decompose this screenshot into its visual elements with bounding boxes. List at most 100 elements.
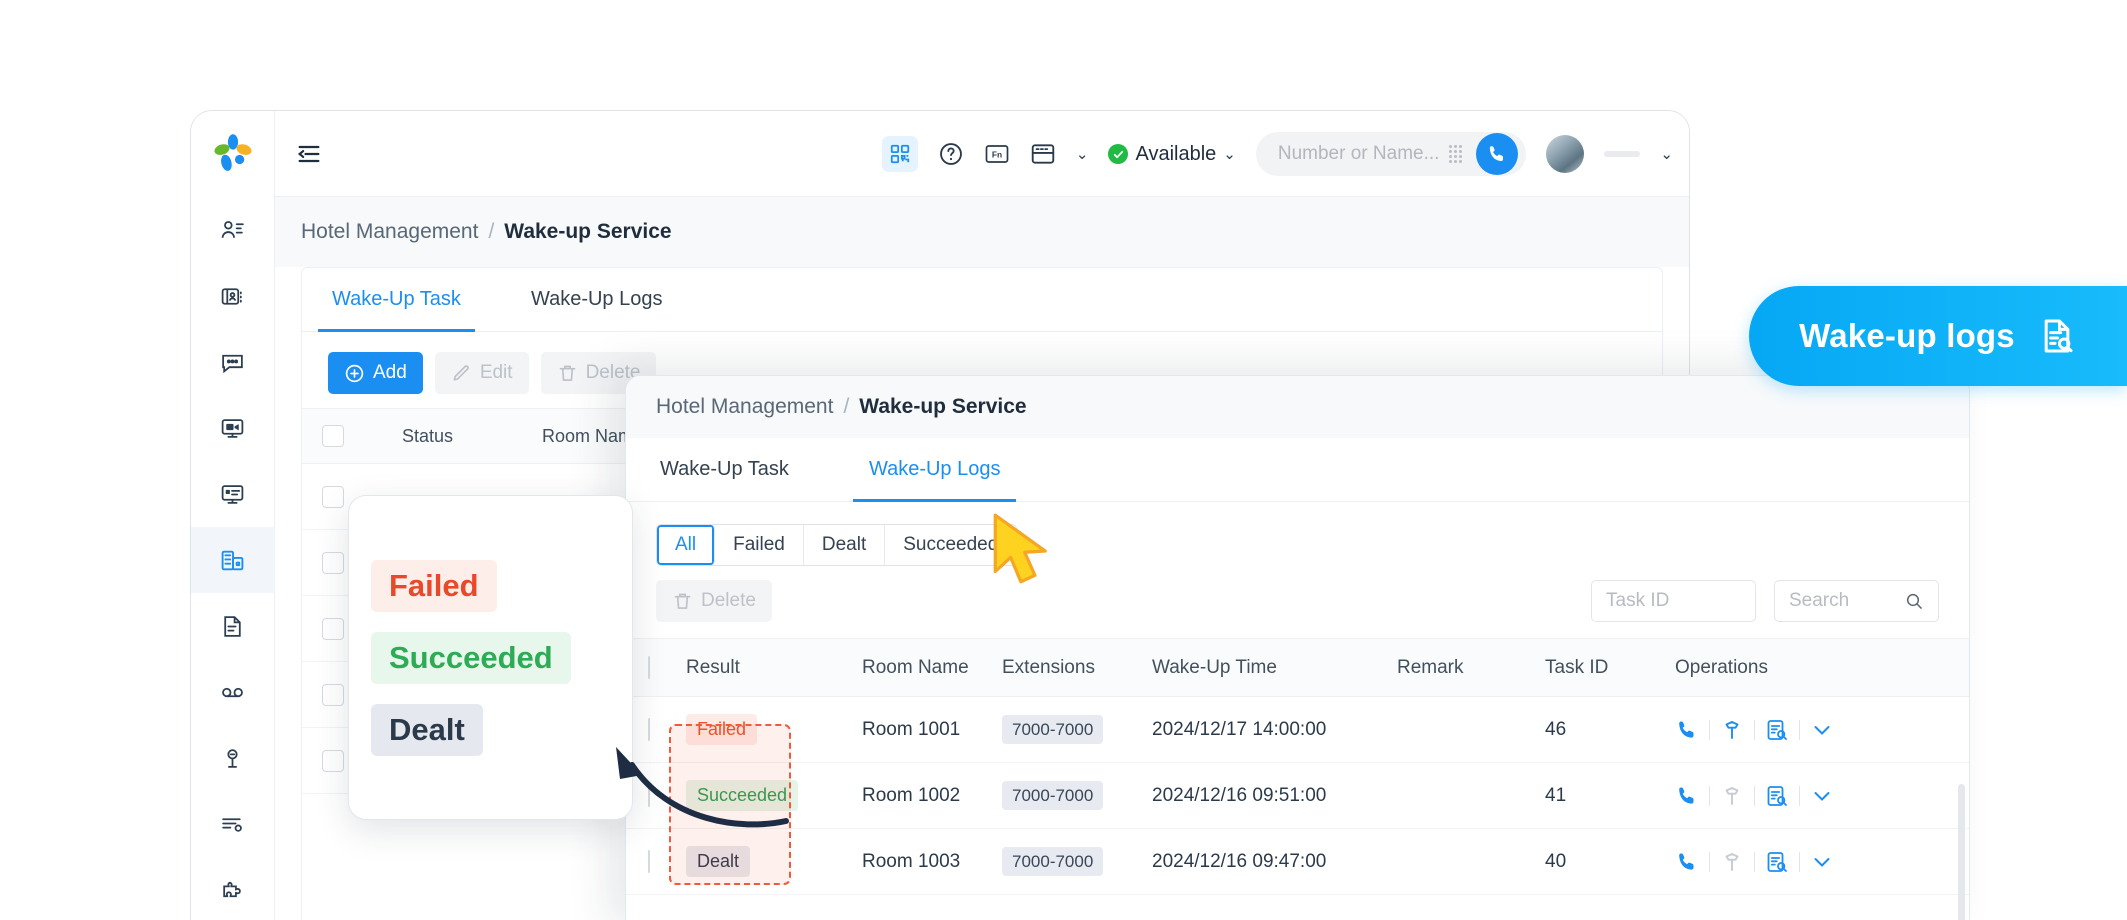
task-id-input[interactable]: Task ID: [1591, 580, 1756, 622]
status-selector[interactable]: Available ⌄: [1108, 142, 1236, 166]
divider: [1709, 851, 1710, 872]
search-input[interactable]: Search: [1774, 580, 1939, 622]
status-chevron-down-icon[interactable]: ⌄: [1223, 145, 1236, 163]
extension-badge: 7000-7000: [1002, 780, 1104, 810]
extensions-cell: 7000-7000: [994, 696, 1144, 763]
column-header-remark[interactable]: Remark: [1389, 638, 1537, 697]
sidebar-item-recordings[interactable]: [191, 725, 275, 791]
extensions-cell: 7000-7000: [994, 828, 1144, 895]
column-header-wake-up-time[interactable]: Wake-Up Time: [1144, 638, 1389, 697]
plus-circle-icon: [345, 364, 364, 382]
chevron-down-icon[interactable]: [1810, 784, 1834, 808]
sidebar-item-contacts[interactable]: [191, 197, 275, 263]
panel-chevron-down-icon[interactable]: ⌄: [1076, 145, 1089, 163]
row-checkbox[interactable]: [322, 551, 344, 574]
remark-cell: [1389, 696, 1537, 763]
pencil-icon: [453, 364, 469, 381]
sidebar-item-video[interactable]: [191, 395, 275, 461]
filter-all[interactable]: All: [657, 525, 716, 565]
legend-badge-dealt: Dealt: [371, 703, 483, 756]
column-header-extensions[interactable]: Extensions: [994, 638, 1144, 697]
status-label: Available: [1135, 142, 1217, 165]
call-button[interactable]: [1476, 133, 1519, 175]
qr-code-icon[interactable]: [881, 136, 918, 172]
page-title: Wake-up Service: [504, 220, 672, 243]
phone-icon[interactable]: [1675, 718, 1699, 742]
column-header-room-name[interactable]: Room Name: [854, 638, 994, 697]
tab-wake-up-logs[interactable]: Wake-Up Logs: [527, 268, 667, 331]
select-all-checkbox[interactable]: [322, 425, 344, 447]
column-header-task-id[interactable]: Task ID: [1537, 638, 1667, 697]
row-checkbox[interactable]: [322, 749, 344, 772]
front-delete-button[interactable]: Delete: [656, 580, 772, 622]
document-arrow-icon: [224, 615, 241, 637]
vertical-scrollbar[interactable]: [1958, 784, 1965, 920]
row-checkbox[interactable]: [322, 683, 344, 706]
document-search-icon[interactable]: [1765, 784, 1789, 808]
panel-icon[interactable]: [1030, 141, 1056, 167]
sidebar-item-settings-list[interactable]: [191, 791, 275, 857]
column-header-operations[interactable]: Operations: [1667, 638, 1969, 697]
sidebar-item-integrations[interactable]: [191, 857, 275, 920]
sidebar-item-messages[interactable]: [191, 329, 275, 395]
front-tab-wake-up-task[interactable]: Wake-Up Task: [656, 438, 793, 501]
user-chevron-down-icon[interactable]: ⌄: [1660, 145, 1673, 163]
front-breadcrumb-parent[interactable]: Hotel Management: [656, 395, 833, 419]
table-row[interactable]: Failed Room 1001 7000-7000 2024/12/17 14…: [626, 696, 1969, 763]
tab-wake-up-task[interactable]: Wake-Up Task: [318, 268, 475, 332]
id-card-icon: [221, 287, 242, 305]
extension-badge: 7000-7000: [1002, 714, 1104, 744]
dial-search-box[interactable]: Number or Name...: [1255, 132, 1527, 176]
chevron-down-icon[interactable]: [1810, 850, 1834, 874]
document-search-icon[interactable]: [1765, 718, 1789, 742]
select-all-checkbox[interactable]: [648, 655, 650, 679]
phone-icon[interactable]: [1675, 850, 1699, 874]
video-monitor-icon: [221, 418, 244, 438]
sidebar-item-console[interactable]: [191, 461, 275, 527]
row-checkbox[interactable]: [322, 485, 344, 508]
filter-failed[interactable]: Failed: [715, 525, 804, 565]
sidebar-item-voicemail[interactable]: [191, 659, 275, 725]
phone-icon: [1490, 146, 1504, 161]
document-search-icon[interactable]: [1765, 850, 1789, 874]
phone-icon[interactable]: [1675, 784, 1699, 808]
filter-dealt[interactable]: Dealt: [804, 525, 886, 565]
front-body: Wake-Up Task Wake-Up Logs All Failed Dea…: [626, 438, 1969, 920]
breadcrumb-parent[interactable]: Hotel Management: [301, 220, 478, 244]
chevron-down-icon[interactable]: [1810, 718, 1834, 742]
function-key-icon[interactable]: Fn: [984, 141, 1010, 167]
hammer-icon: [1725, 852, 1739, 871]
room-name-cell: Room 1001: [854, 696, 994, 763]
topbar: Fn ⌄ Available ⌄ Number or Name... ⌄: [275, 111, 1689, 197]
help-icon[interactable]: [938, 141, 964, 167]
building-icon: [221, 550, 244, 570]
user-list-icon: [221, 220, 244, 238]
breadcrumb: Hotel Management / Wake-up Service: [275, 197, 1689, 267]
hammer-icon: [1725, 786, 1739, 805]
dialpad-icon[interactable]: [1449, 145, 1463, 163]
collapse-sidebar-icon[interactable]: [295, 140, 323, 168]
avatar[interactable]: [1546, 135, 1585, 173]
table-row[interactable]: Dealt Room 1003 7000-7000 2024/12/16 09:…: [626, 828, 1969, 895]
sidebar-item-reports[interactable]: [191, 593, 275, 659]
add-button[interactable]: Add: [328, 352, 423, 394]
legend-badge-succeeded: Succeeded: [371, 631, 571, 684]
column-header-status[interactable]: Status: [402, 426, 542, 447]
table-row[interactable]: Succeeded Room 1002 7000-7000 2024/12/16…: [626, 762, 1969, 829]
add-button-label: Add: [373, 362, 407, 383]
extensions-cell: 7000-7000: [994, 762, 1144, 829]
trash-icon: [674, 593, 691, 609]
dial-input[interactable]: Number or Name...: [1278, 143, 1440, 165]
front-tab-wake-up-logs[interactable]: Wake-Up Logs: [852, 438, 1016, 502]
remark-cell: [1389, 762, 1537, 829]
column-header-result[interactable]: Result: [678, 638, 854, 697]
edit-button[interactable]: Edit: [434, 352, 529, 394]
wake-up-time-cell: 2024/12/17 14:00:00: [1144, 696, 1389, 763]
sidebar-item-directory[interactable]: [191, 263, 275, 329]
app-logo[interactable]: [191, 111, 274, 197]
breadcrumb-separator: /: [488, 220, 495, 243]
sidebar-item-hotel-management[interactable]: [191, 527, 275, 593]
hammer-icon[interactable]: [1720, 718, 1744, 742]
divider: [1754, 785, 1755, 806]
row-checkbox[interactable]: [322, 617, 344, 640]
